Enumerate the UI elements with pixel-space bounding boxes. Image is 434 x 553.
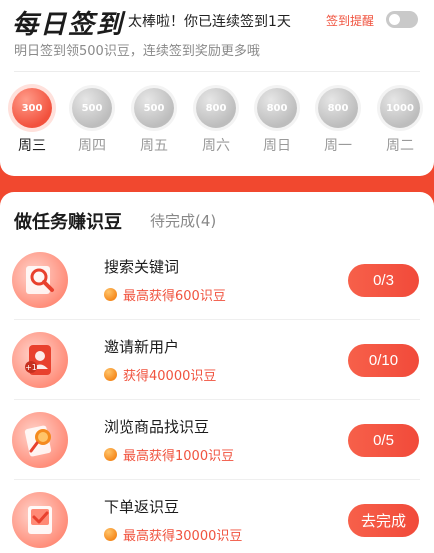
task-item: +1 邀请新用户 获得40000识豆 0/10 [0,320,434,400]
day-item: 500 周五 [124,88,184,155]
task-item: 下单返识豆 最高获得30000识豆 去完成 [0,480,434,553]
task-reward: 最高获得30000识豆 [104,525,242,544]
day-item: 800 周日 [247,88,307,155]
tasks-pending-count: 待完成(4) [150,212,217,230]
task-reward-text: 最高获得1000识豆 [123,449,235,464]
task-progress-button[interactable]: 0/3 [348,264,419,297]
task-reward: 获得40000识豆 [104,365,216,384]
checkin-days: 300 周三 500 周四 500 周五 800 周六 800 周日 800 周… [0,88,434,158]
coin-icon [104,368,117,381]
coin-icon: 500 [72,88,112,128]
search-magnifier-icon [12,252,68,308]
invite-user-icon: +1 [12,332,68,388]
reminder-label: 签到提醒 [326,14,375,28]
task-name: 搜索关键词 [104,258,180,276]
daily-checkin-card: 每日签到 太棒啦！你已连续签到1天 签到提醒 明日签到领500识豆，连续签到奖励… [0,0,434,176]
task-reward: 最高获得600识豆 [104,285,226,304]
task-reward-text: 最高获得30000识豆 [123,529,243,544]
task-go-button[interactable]: 去完成 [348,504,419,537]
task-item: 搜索关键词 最高获得600识豆 0/3 [0,240,434,320]
task-name: 下单返识豆 [104,498,180,516]
task-reward: 最高获得1000识豆 [104,445,234,464]
streak-text: 太棒啦！你已连续签到1天 [128,14,291,30]
day-item: 1000 周二 [370,88,430,155]
day-label: 周三 [18,138,46,154]
coin-icon [104,448,117,461]
coin-icon: 800 [257,88,297,128]
task-reward-text: 获得40000识豆 [123,369,217,384]
coin-icon: 300 [12,88,52,128]
coin-icon [104,288,117,301]
svg-text:+1: +1 [25,363,37,372]
coin-icon: 500 [134,88,174,128]
browse-products-icon [12,412,68,468]
day-label: 周一 [324,138,352,154]
reminder-toggle[interactable] [386,11,418,28]
coin-icon: 800 [196,88,236,128]
day-label: 周五 [140,138,168,154]
divider [14,71,420,72]
toggle-knob [389,14,400,25]
day-label: 周二 [386,138,414,154]
tasks-card: 做任务赚识豆 待完成(4) 搜索关键词 最高获得600识豆 0/3 +1 邀请新… [0,192,434,553]
day-label: 周四 [78,138,106,154]
order-check-icon [12,492,68,548]
day-item: 500 周四 [62,88,122,155]
checkin-title: 每日签到 [12,10,125,40]
day-label: 周六 [202,138,230,154]
task-progress-button[interactable]: 0/5 [348,424,419,457]
day-label: 周日 [263,138,291,154]
task-progress-button[interactable]: 0/10 [348,344,419,377]
task-name: 邀请新用户 [104,338,180,356]
task-reward-text: 最高获得600识豆 [123,289,226,304]
coin-icon [104,528,117,541]
day-item: 300 周三 [2,88,62,155]
day-item: 800 周一 [308,88,368,155]
day-item: 800 周六 [186,88,246,155]
tasks-title: 做任务赚识豆 [14,212,122,233]
task-item: 浏览商品找识豆 最高获得1000识豆 0/5 [0,400,434,480]
task-name: 浏览商品找识豆 [104,418,210,436]
coin-icon: 1000 [380,88,420,128]
coin-icon: 800 [318,88,358,128]
tomorrow-hint: 明日签到领500识豆，连续签到奖励更多哦 [14,44,260,59]
